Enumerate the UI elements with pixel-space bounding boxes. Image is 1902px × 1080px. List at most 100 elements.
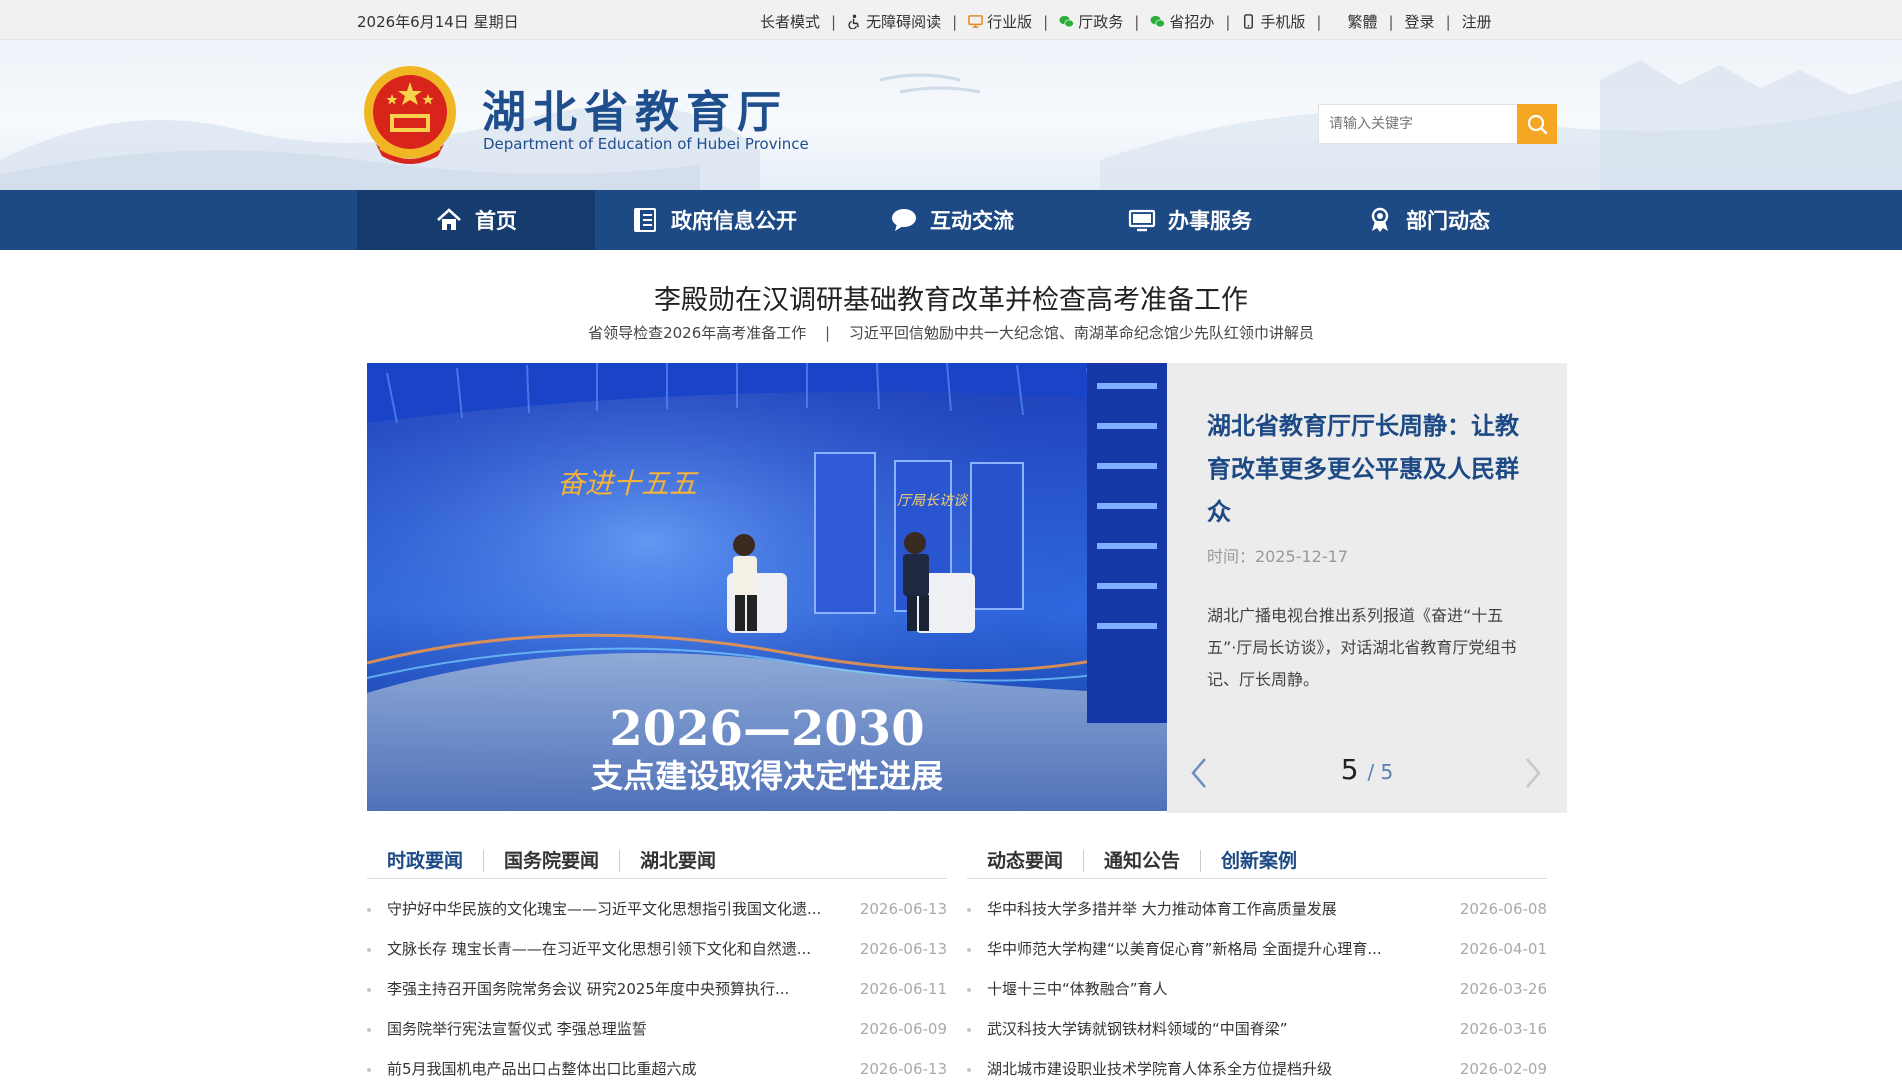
mountain-background-graphic <box>0 60 1902 190</box>
news-title[interactable]: 湖北城市建设职业技术学院育人体系全方位提档升级 <box>987 1049 1437 1080</box>
tab-innovation-cases[interactable]: 创新案例 <box>1200 849 1317 872</box>
news-date: 2026-06-09 <box>859 1020 947 1038</box>
search-button[interactable] <box>1517 104 1557 144</box>
top-headline[interactable]: 李殿勋在汉调研基础教育改革并检查高考准备工作 <box>0 278 1902 317</box>
bullet <box>367 988 371 992</box>
tab-notices[interactable]: 通知公告 <box>1083 849 1200 872</box>
dept-affairs-label: 厅政务 <box>1078 13 1124 31</box>
nav-department-news[interactable]: 部门动态 <box>1309 190 1547 250</box>
list-item: 文脉长存 瑰宝长青——在习近平文化思想引领下文化和自然遗... 2026-06-1… <box>367 929 947 969</box>
news-title[interactable]: 武汉科技大学铸就钢铁材料领域的“中国脊梁” <box>987 1009 1437 1049</box>
news-date: 2026-03-16 <box>1459 1020 1547 1038</box>
national-emblem-logo <box>364 66 456 164</box>
nav-government-info-label: 政府信息公开 <box>671 209 797 233</box>
slider-title[interactable]: 湖北省教育厅厅长周静：让教育改革更多更公平惠及人民群众 <box>1207 405 1537 534</box>
tab-current-affairs[interactable]: 时政要闻 <box>367 850 483 872</box>
login-link[interactable]: 登录 <box>1405 11 1435 32</box>
slider-description: 湖北广播电视台推出系列报道《奋进“十五五”·厅局长访谈》，对话湖北省教育厅党组书… <box>1207 606 1517 689</box>
wechat-icon <box>1059 15 1075 28</box>
computer-icon <box>1128 209 1156 232</box>
news-title[interactable]: 文脉长存 瑰宝长青——在习近平文化思想引领下文化和自然遗... <box>387 929 852 969</box>
dept-affairs-link[interactable]: 厅政务 <box>1059 11 1123 32</box>
left-news-list: 守护好中华民族的文化瑰宝——习近平文化思想指引我国文化遗... 2026-06-1… <box>367 889 947 1080</box>
news-title[interactable]: 十堰十三中“体教融合”育人 <box>987 969 1437 1009</box>
slider-prev-button[interactable] <box>1185 753 1213 793</box>
industry-version-label: 行业版 <box>987 13 1033 31</box>
news-title[interactable]: 华中师范大学构建“以美育促心育”新格局 全面提升心理育... <box>987 929 1437 969</box>
admissions-office-link[interactable]: 省招办 <box>1150 11 1214 32</box>
nav-interaction[interactable]: 互动交流 <box>833 190 1071 250</box>
tab-hubei-news[interactable]: 湖北要闻 <box>619 849 736 872</box>
slider-text-panel: 湖北省教育厅厅长周静：让教育改革更多更公平惠及人民群众 时间：2025-12-1… <box>1167 363 1567 813</box>
bullet <box>967 988 971 992</box>
sub-headline-1[interactable]: 省领导检查2026年高考准备工作 <box>588 324 806 342</box>
sub-headlines: 省领导检查2026年高考准备工作 | 习近平回信勉励中共一大纪念馆、南湖革命纪念… <box>0 322 1902 343</box>
divider: | <box>1043 12 1049 31</box>
wechat-icon <box>1150 15 1166 28</box>
chat-icon <box>892 209 916 231</box>
slider-image[interactable]: 奋进十五五 厅局长访谈 2026—2030 支点建设取得决定性进展 <box>367 363 1167 811</box>
search-input[interactable] <box>1318 104 1518 144</box>
tab-dynamic-news[interactable]: 动态要闻 <box>967 850 1083 872</box>
studio-logo-text: 奋进十五五 <box>557 467 699 500</box>
bullet <box>367 908 371 912</box>
news-title[interactable]: 李强主持召开国务院常务会议 研究2025年度中央预算执行... <box>387 969 852 1009</box>
divider: | <box>1445 12 1451 31</box>
register-link[interactable]: 注册 <box>1462 11 1492 32</box>
divider: | <box>1316 12 1322 31</box>
list-item: 国务院举行宪法宣誓仪式 李强总理监誓 2026-06-09 <box>367 1009 947 1049</box>
divider: | <box>1225 12 1231 31</box>
nav-government-info[interactable]: 政府信息公开 <box>595 190 833 250</box>
elder-mode-link[interactable]: 长者模式 <box>760 11 820 32</box>
slider-next-button[interactable] <box>1519 753 1547 793</box>
nav-home[interactable]: 首页 <box>357 190 595 250</box>
accessible-reading-link[interactable]: 无障碍阅读 <box>847 11 941 32</box>
mobile-version-label: 手机版 <box>1260 13 1306 31</box>
chevron-left-icon <box>1191 758 1206 788</box>
bullet <box>367 948 371 952</box>
admissions-office-label: 省招办 <box>1169 13 1215 31</box>
site-header: 湖北省教育厅 Department of Education of Hubei … <box>0 40 1902 190</box>
list-item: 前5月我国机电产品出口占整体出口比重超六成 2026-06-13 <box>367 1049 947 1080</box>
news-title[interactable]: 国务院举行宪法宣誓仪式 李强总理监誓 <box>387 1009 852 1049</box>
news-title[interactable]: 华中科技大学多措并举 大力推动体育工作高质量发展 <box>987 889 1437 929</box>
left-news-tabs: 时政要闻 国务院要闻 湖北要闻 <box>367 843 947 879</box>
bullet <box>967 1028 971 1032</box>
list-item: 武汉科技大学铸就钢铁材料领域的“中国脊梁” 2026-03-16 <box>967 1009 1547 1049</box>
divider: | <box>1134 12 1140 31</box>
sub-headline-2[interactable]: 习近平回信勉励中共一大纪念馆、南湖革命纪念馆少先队红领巾讲解员 <box>849 324 1314 342</box>
elder-mode-label: 长者模式 <box>760 13 821 31</box>
news-date: 2026-03-26 <box>1459 980 1547 998</box>
news-date: 2026-06-13 <box>859 900 947 918</box>
nav-services-label: 办事服务 <box>1168 209 1252 233</box>
divider: | <box>825 324 831 342</box>
news-date: 2026-04-01 <box>1459 940 1547 958</box>
traditional-chinese-link[interactable]: 繁體 <box>1347 11 1377 32</box>
site-subtitle: Department of Education of Hubei Provinc… <box>483 135 809 153</box>
chevron-right-icon <box>1526 758 1541 788</box>
news-title[interactable]: 守护好中华民族的文化瑰宝——习近平文化思想指引我国文化遗... <box>387 889 852 929</box>
tab-state-council[interactable]: 国务院要闻 <box>483 849 619 872</box>
slider-image-year-text: 2026—2030 <box>609 701 924 757</box>
bullet <box>967 1068 971 1072</box>
nav-services[interactable]: 办事服务 <box>1071 190 1309 250</box>
nav-department-news-label: 部门动态 <box>1406 209 1490 233</box>
top-utility-bar: 2026年6月14日 星期日 长者模式 | 无障碍阅读 | 行业版 | 厅政务 … <box>0 0 1902 40</box>
industry-version-link[interactable]: 行业版 <box>968 11 1032 32</box>
mobile-icon <box>1244 14 1254 29</box>
mobile-version-link[interactable]: 手机版 <box>1241 11 1305 32</box>
news-date: 2026-02-09 <box>1459 1060 1547 1078</box>
slider-image-caption: 支点建设取得决定性进展 <box>591 757 943 795</box>
document-icon <box>634 208 656 232</box>
list-item: 守护好中华民族的文化瑰宝——习近平文化思想指引我国文化遗... 2026-06-1… <box>367 889 947 929</box>
news-date: 2026-06-13 <box>859 940 947 958</box>
top-links: 长者模式 | 无障碍阅读 | 行业版 | 厅政务 | 省招办 | 手机版 | 繁… <box>760 11 1492 32</box>
divider: | <box>1388 12 1394 31</box>
nav-interaction-label: 互动交流 <box>930 209 1014 233</box>
nav-home-label: 首页 <box>475 209 517 233</box>
news-title[interactable]: 前5月我国机电产品出口占整体出口比重超六成 <box>387 1049 852 1080</box>
divider: | <box>831 12 837 31</box>
list-item: 华中师范大学构建“以美育促心育”新格局 全面提升心理育... 2026-04-01 <box>967 929 1547 969</box>
list-item: 十堰十三中“体教融合”育人 2026-03-26 <box>967 969 1547 1009</box>
site-title: 湖北省教育厅 <box>482 87 788 138</box>
